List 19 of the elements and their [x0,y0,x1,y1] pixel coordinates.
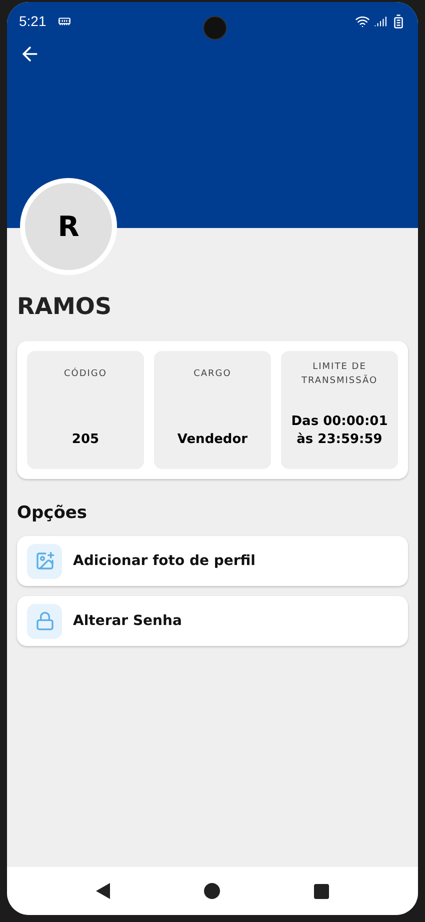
info-label: CÓDIGO [64,366,107,380]
lock-icon [34,611,54,631]
info-label: CARGO [194,368,232,380]
back-nav-icon[interactable] [96,883,110,899]
status-time: 5:21 [19,12,46,30]
add-image-icon [34,551,54,571]
profile-name: RAMOS [17,293,113,322]
wifi-icon [355,14,370,28]
info-value: 205 [72,430,100,448]
info-label: LIMITE DE TRANSMISSÃO [300,360,379,388]
battery-icon [391,14,406,28]
home-nav-icon[interactable] [204,883,220,899]
option-item[interactable]: Alterar Senha [17,596,408,646]
info-value: Das 00:00:01 às 23:59:59 [290,412,389,448]
signal-icon [374,14,387,28]
option-item[interactable]: Adicionar foto de perfil [17,536,408,586]
info-value: Vendedor [177,430,248,448]
section-title: Opções [17,502,88,524]
recents-nav-icon[interactable] [314,884,329,898]
